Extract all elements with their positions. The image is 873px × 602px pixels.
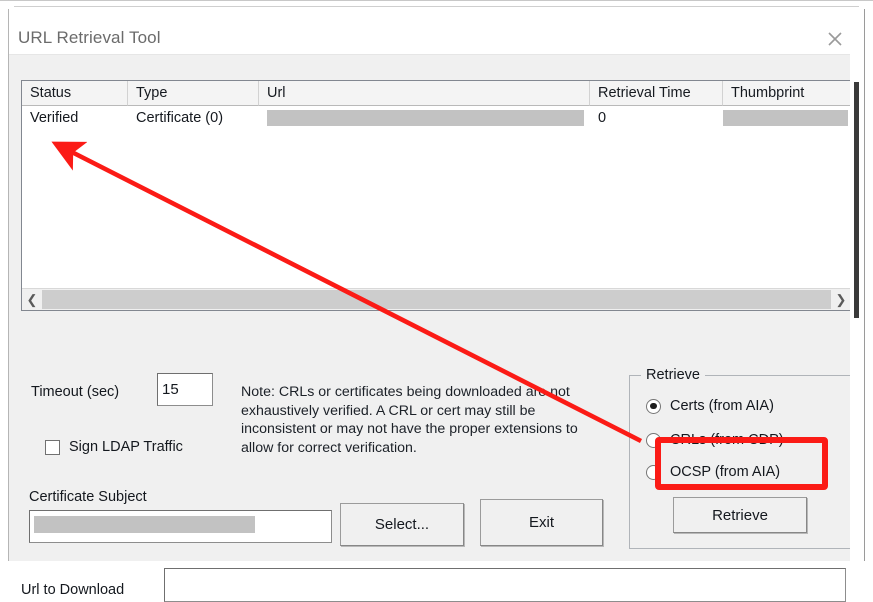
screen: URL Retrieval Tool Status Type Url Retri…	[0, 0, 873, 602]
cell-thumbprint	[723, 106, 851, 130]
column-header-type[interactable]: Type	[128, 81, 259, 106]
cell-status: Verified	[30, 110, 79, 126]
close-icon[interactable]	[818, 24, 852, 54]
scrollbar-thumb[interactable]	[42, 290, 831, 309]
timeout-input[interactable]	[157, 373, 213, 406]
background-window-title	[38, 1, 40, 5]
window-title: URL Retrieval Tool	[18, 28, 161, 47]
radio-certs-label: Certs (from AIA)	[670, 398, 774, 414]
cell-url	[259, 106, 590, 130]
note-text: Note: CRLs or certificates being downloa…	[241, 384, 578, 456]
scrollbar-thumb[interactable]	[854, 82, 859, 318]
radio-ocsp-label: OCSP (from AIA)	[670, 464, 781, 480]
chevron-right-icon[interactable]: ❯	[831, 289, 851, 310]
redacted-thumbprint	[723, 110, 848, 127]
radio-button-indicator[interactable]	[646, 398, 661, 414]
redacted-certificate-subject	[34, 516, 255, 533]
radio-crls-label: CRLs (from CDP)	[670, 432, 784, 448]
divider	[14, 6, 859, 7]
table-row[interactable]: Verified Certificate (0) 0	[22, 106, 851, 130]
window-scrollbar[interactable]	[850, 54, 864, 561]
certificate-subject-label: Certificate Subject	[29, 489, 147, 505]
radio-button-indicator[interactable]	[646, 464, 661, 480]
column-header-status[interactable]: Status	[22, 81, 128, 106]
url-to-download-input[interactable]	[164, 568, 846, 602]
redacted-url	[267, 110, 584, 127]
timeout-label: Timeout (sec)	[31, 384, 120, 400]
exit-button[interactable]: Exit	[480, 499, 603, 546]
column-header-retrieval-time[interactable]: Retrieval Time	[590, 81, 723, 106]
radio-crls-from-cdp[interactable]: CRLs (from CDP)	[646, 432, 784, 448]
title-bar: URL Retrieval Tool	[9, 9, 864, 54]
retrieve-groupbox-title: Retrieve	[641, 367, 705, 383]
client-area: Status Type Url Retrieval Time Thumbprin…	[9, 54, 864, 602]
cell-retrieval-time: 0	[598, 110, 607, 126]
results-listview[interactable]: Status Type Url Retrieval Time Thumbprin…	[21, 80, 852, 311]
url-to-download-label: Url to Download	[21, 582, 125, 598]
chevron-left-icon[interactable]: ❮	[22, 289, 42, 310]
listview-horizontal-scrollbar[interactable]: ❮ ❯	[22, 288, 851, 310]
checkbox-box[interactable]	[45, 439, 60, 455]
radio-certs-from-aia[interactable]: Certs (from AIA)	[646, 398, 774, 414]
radio-ocsp-from-aia[interactable]: OCSP (from AIA)	[646, 464, 780, 480]
select-button[interactable]: Select...	[340, 503, 464, 546]
sign-ldap-traffic-label: Sign LDAP Traffic	[69, 439, 183, 455]
certificate-subject-input[interactable]	[29, 510, 332, 543]
listview-header: Status Type Url Retrieval Time Thumbprin…	[22, 81, 851, 106]
scrollbar-track[interactable]	[42, 289, 831, 310]
column-header-url[interactable]: Url	[259, 81, 590, 106]
cell-type: Certificate (0)	[136, 110, 224, 126]
sign-ldap-traffic-checkbox[interactable]: Sign LDAP Traffic	[45, 439, 183, 455]
column-header-thumbprint[interactable]: Thumbprint	[723, 81, 851, 106]
retrieve-button[interactable]: Retrieve	[673, 497, 807, 533]
radio-button-indicator[interactable]	[646, 432, 661, 448]
url-retrieval-tool-window: URL Retrieval Tool Status Type Url Retri…	[8, 9, 865, 602]
